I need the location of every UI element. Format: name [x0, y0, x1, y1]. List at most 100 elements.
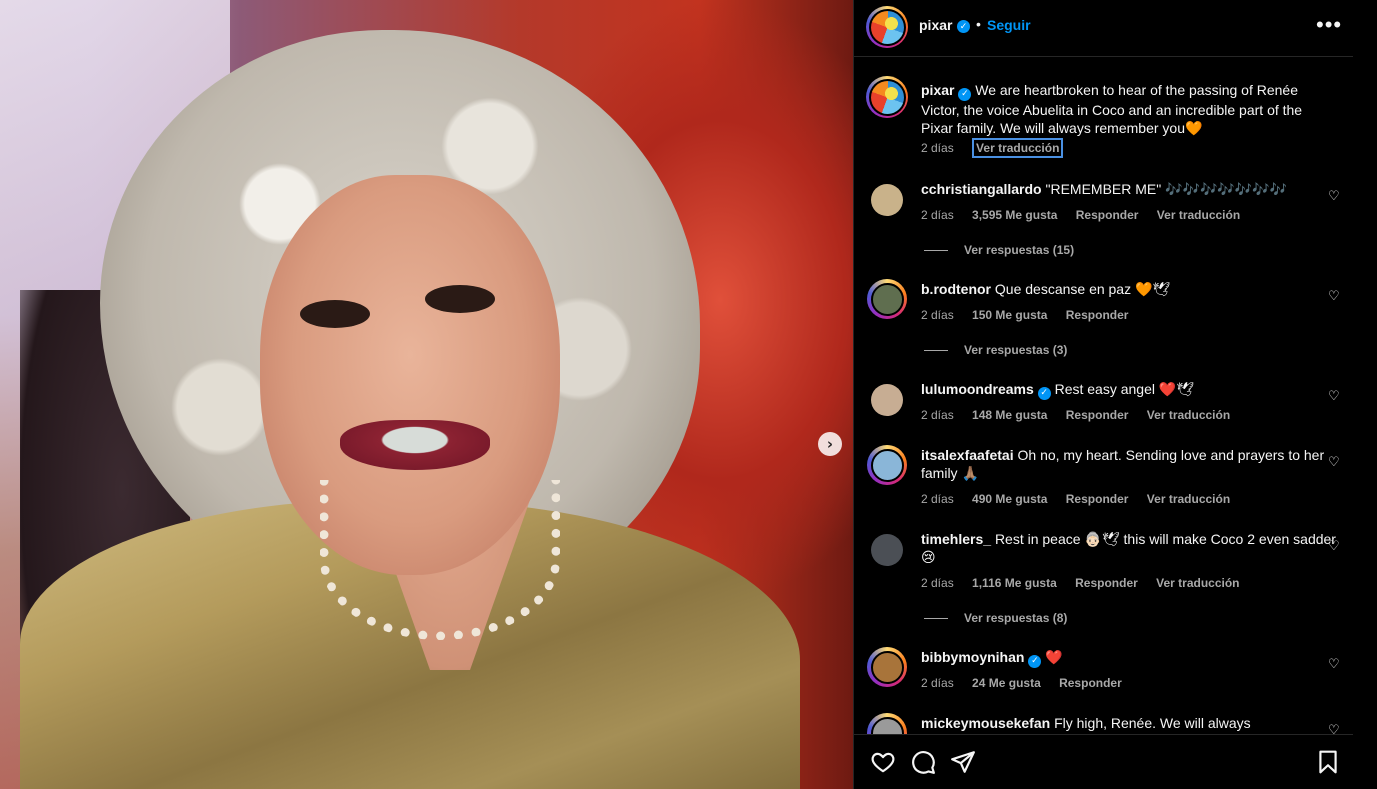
comment-meta: 2 días 148 Me gusta Responder Ver traduc…	[921, 408, 1245, 422]
comment-time: 2 días	[921, 408, 954, 422]
translate-button[interactable]: Ver traducción	[1156, 576, 1239, 590]
reply-button[interactable]: Responder	[1066, 308, 1129, 322]
like-comment-heart-icon[interactable]: ♡	[1328, 289, 1340, 304]
like-comment-heart-icon[interactable]: ♡	[1328, 455, 1340, 470]
comment-likes[interactable]: 148 Me gusta	[972, 408, 1047, 422]
comment-likes[interactable]: 3,595 Me gusta	[972, 208, 1057, 222]
next-photo-button[interactable]: ›	[818, 432, 842, 456]
photo-eye-left	[300, 300, 370, 328]
comment-text-block: itsalexfaafetai Oh no, my heart. Sending…	[921, 446, 1336, 482]
comment-likes[interactable]: 490 Me gusta	[972, 492, 1047, 506]
replies-divider	[924, 618, 948, 620]
like-comment-heart-icon[interactable]: ♡	[1328, 539, 1340, 554]
commenter-avatar[interactable]	[867, 530, 907, 570]
caption-meta: 2 días Ver traducción	[921, 138, 1078, 158]
post-details-panel: pixar ✓ • Seguir ••• pixar ✓ We are hear…	[853, 0, 1354, 789]
comment-likes[interactable]: 24 Me gusta	[972, 676, 1041, 690]
caption-avatar[interactable]	[866, 76, 908, 118]
more-options-icon[interactable]: •••	[1316, 14, 1342, 36]
verified-badge-icon: ✓	[957, 20, 970, 33]
comment-time: 2 días	[921, 308, 954, 322]
comment-username[interactable]: timehlers_	[921, 531, 991, 547]
comment-time: 2 días	[921, 208, 954, 222]
comment-text-block: cchristiangallardo "REMEMBER ME" 🎶🎶🎶🎶🎶🎶🎶	[921, 180, 1336, 198]
commenter-avatar[interactable]	[867, 713, 907, 734]
comment-text: "REMEMBER ME" 🎶🎶🎶🎶🎶🎶🎶	[1045, 181, 1288, 197]
like-comment-heart-icon[interactable]: ♡	[1328, 189, 1340, 204]
comment-text-block: bibbymoynihan ✓ ❤️	[921, 648, 1336, 668]
share-send-icon[interactable]	[950, 749, 976, 780]
comment-username[interactable]: mickeymousekefan	[921, 715, 1050, 731]
comment-text: Rest easy angel ❤️🕊	[1054, 381, 1195, 397]
translate-button[interactable]: Ver traducción	[1147, 492, 1230, 506]
comment-text: ❤️	[1045, 649, 1063, 665]
like-comment-heart-icon[interactable]: ♡	[1328, 723, 1340, 734]
reply-button[interactable]: Responder	[1066, 408, 1129, 422]
comment-meta: 2 días 24 Me gusta Responder	[921, 676, 1137, 690]
comment-text-block: b.rodtenor Que descanse en paz 🧡🕊	[921, 280, 1336, 298]
comment-bubble-icon[interactable]	[910, 749, 936, 780]
like-comment-heart-icon[interactable]: ♡	[1328, 389, 1340, 404]
verified-badge-icon: ✓	[1028, 654, 1042, 668]
like-comment-heart-icon[interactable]: ♡	[1328, 657, 1340, 672]
reply-button[interactable]: Responder	[1066, 492, 1129, 506]
comment-username[interactable]: b.rodtenor	[921, 281, 991, 297]
replies-divider	[924, 350, 948, 352]
caption-text: We are heartbroken to hear of the passin…	[921, 82, 1303, 136]
view-replies-button[interactable]: Ver respuestas (8)	[924, 611, 1067, 625]
follow-button[interactable]: Seguir	[987, 17, 1031, 33]
post-header: pixar ✓ • Seguir •••	[854, 0, 1354, 57]
comment-likes[interactable]: 150 Me gusta	[972, 308, 1047, 322]
translate-button[interactable]: Ver traducción	[1147, 408, 1230, 422]
comment-text: Fly high, Renée. We will always	[1054, 715, 1251, 731]
commenter-avatar[interactable]	[867, 279, 907, 319]
page-edge	[1353, 0, 1377, 789]
comment-text-block: lulumoondreams ✓ Rest easy angel ❤️🕊	[921, 380, 1336, 400]
pixar-logo-icon	[870, 10, 904, 44]
comment-meta: 2 días 1,116 Me gusta Responder Ver trad…	[921, 576, 1255, 590]
comment-text-block: mickeymousekefan Fly high, Renée. We wil…	[921, 714, 1336, 732]
translate-button[interactable]: Ver traducción	[1157, 208, 1240, 222]
commenter-avatar[interactable]	[867, 647, 907, 687]
comment-text-block: timehlers_ Rest in peace 👵🏻🕊 this will m…	[921, 530, 1336, 566]
chevron-right-icon: ›	[826, 434, 834, 453]
author-username[interactable]: pixar	[919, 17, 952, 33]
translate-button[interactable]: Ver traducción	[972, 138, 1064, 158]
comment-meta: 2 días 150 Me gusta Responder	[921, 308, 1143, 322]
view-replies-button[interactable]: Ver respuestas (3)	[924, 343, 1067, 357]
reply-button[interactable]: Responder	[1076, 208, 1139, 222]
photo-eye-right	[425, 285, 495, 313]
comment-username[interactable]: cchristiangallardo	[921, 181, 1042, 197]
pixar-logo-icon	[870, 80, 904, 114]
verified-badge-icon: ✓	[958, 87, 972, 101]
comment-username[interactable]: lulumoondreams	[921, 381, 1034, 397]
post-actions-bar	[854, 734, 1354, 789]
photo-pearl-necklace	[320, 480, 560, 640]
comment-text: Que descanse en paz 🧡🕊	[994, 281, 1171, 297]
commenter-avatar[interactable]	[867, 445, 907, 485]
commenter-avatar[interactable]	[867, 380, 907, 420]
author-avatar[interactable]	[866, 6, 908, 48]
view-replies-button[interactable]: Ver respuestas (15)	[924, 243, 1074, 257]
comment-likes[interactable]: 1,116 Me gusta	[972, 576, 1057, 590]
comments-list[interactable]: pixar ✓ We are heartbroken to hear of th…	[854, 58, 1354, 734]
comment-meta: 2 días 3,595 Me gusta Responder Ver trad…	[921, 208, 1255, 222]
comment-username[interactable]: bibbymoynihan	[921, 649, 1024, 665]
caption-username[interactable]: pixar	[921, 82, 954, 98]
header-separator: •	[976, 16, 981, 32]
reply-button[interactable]: Responder	[1075, 576, 1138, 590]
comment-meta: 2 días 490 Me gusta Responder Ver traduc…	[921, 492, 1245, 506]
comment-time: 2 días	[921, 492, 954, 506]
reply-button[interactable]: Responder	[1059, 676, 1122, 690]
replies-divider	[924, 250, 948, 252]
post-photo: ›	[0, 0, 853, 789]
like-heart-icon[interactable]	[870, 749, 896, 780]
commenter-avatar[interactable]	[867, 180, 907, 220]
save-bookmark-icon[interactable]	[1315, 749, 1341, 780]
caption-time: 2 días	[921, 141, 954, 155]
photo-smile	[340, 420, 490, 470]
comment-time: 2 días	[921, 676, 954, 690]
comment-time: 2 días	[921, 576, 954, 590]
caption-text-block: pixar ✓ We are heartbroken to hear of th…	[921, 81, 1336, 137]
comment-username[interactable]: itsalexfaafetai	[921, 447, 1014, 463]
